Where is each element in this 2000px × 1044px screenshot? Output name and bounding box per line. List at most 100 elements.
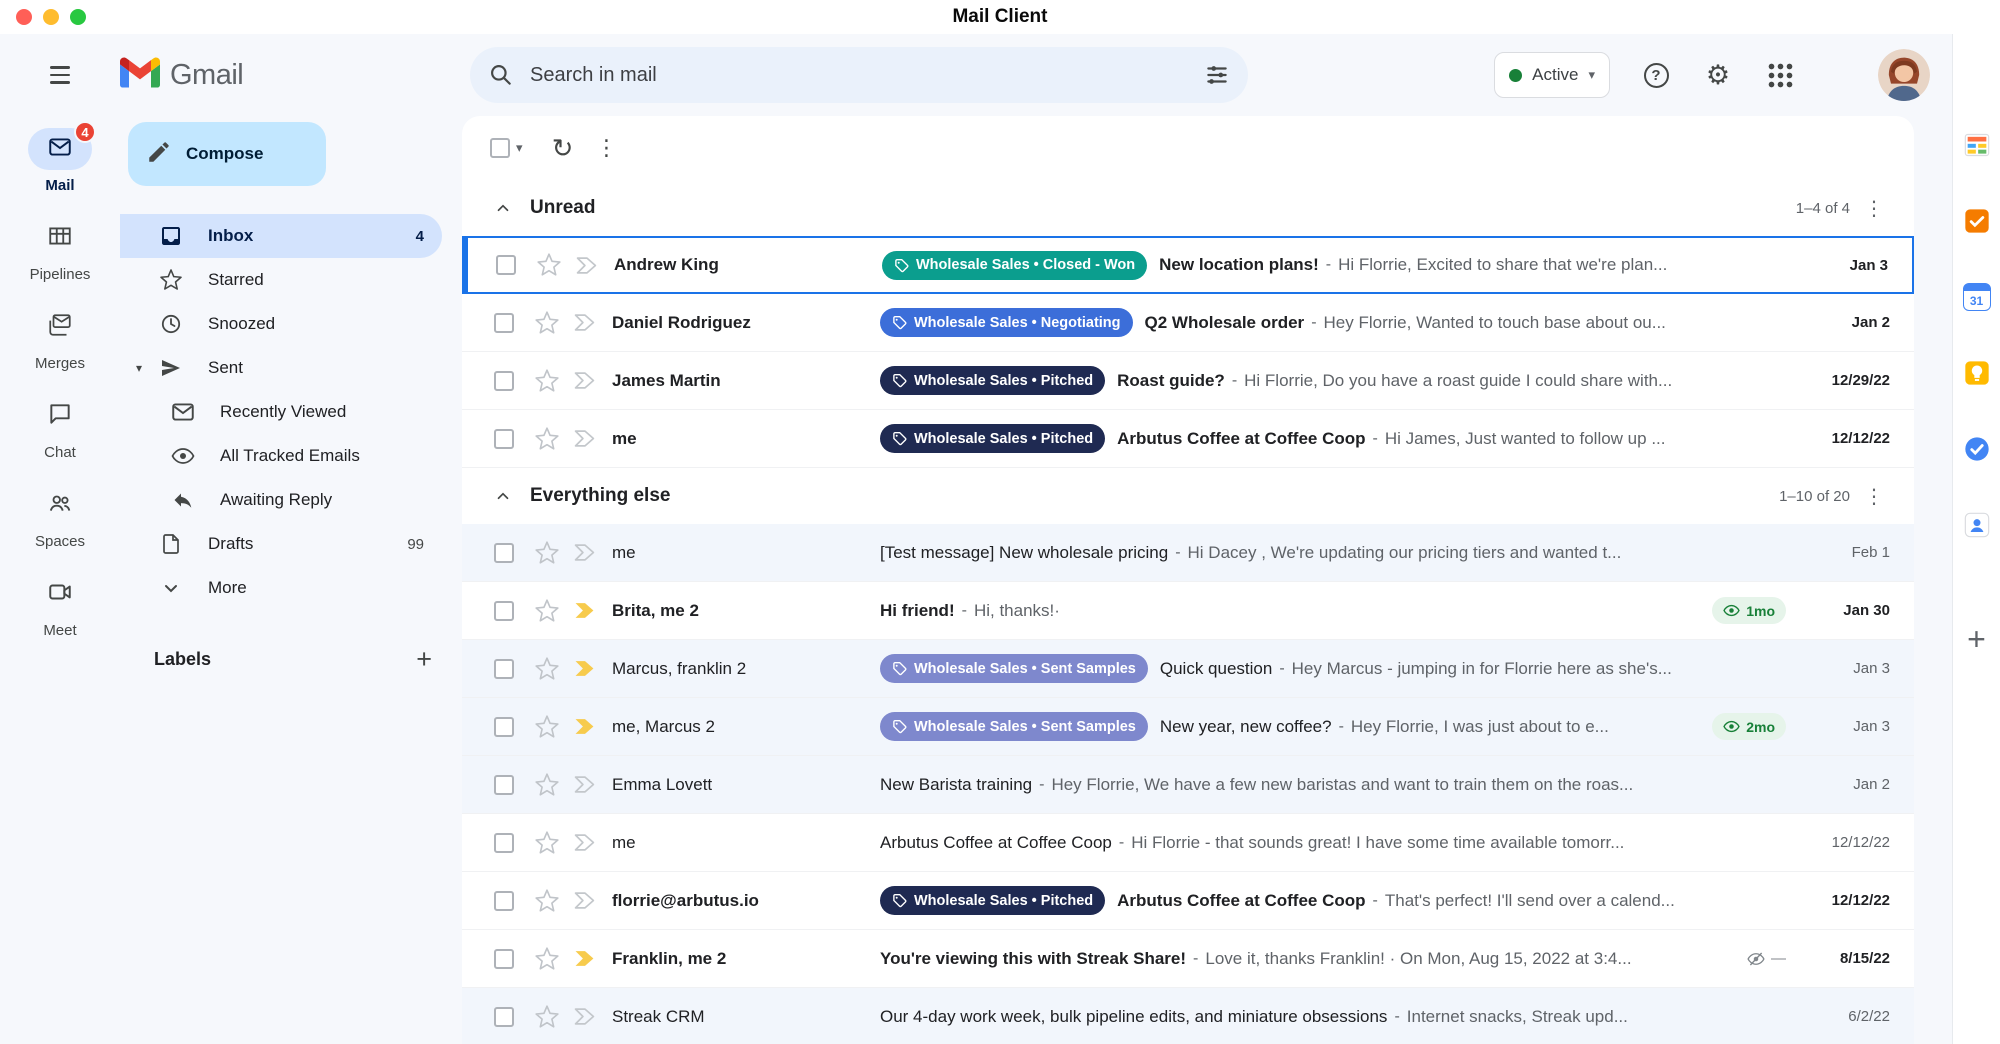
pipeline-stage-badge: Wholesale Sales • Pitched xyxy=(880,366,1105,395)
email-row[interactable]: florrie@arbutus.ioWholesale Sales • Pitc… xyxy=(462,872,1914,930)
importance-marker-icon[interactable] xyxy=(572,542,598,563)
sidebar-item-inbox[interactable]: Inbox4 xyxy=(120,214,442,258)
rail-item-mail[interactable]: 4Mail xyxy=(28,128,92,194)
email-row[interactable]: Franklin, me 2You're viewing this with S… xyxy=(462,930,1914,988)
search-icon[interactable] xyxy=(478,52,524,98)
row-checkbox[interactable] xyxy=(494,659,514,679)
select-all-checkbox[interactable] xyxy=(490,138,510,158)
collapse-section-icon[interactable] xyxy=(494,487,514,505)
row-checkbox[interactable] xyxy=(494,775,514,795)
window-minimize-button[interactable] xyxy=(43,9,59,25)
star-icon[interactable] xyxy=(534,426,560,452)
row-checkbox[interactable] xyxy=(494,833,514,853)
rail-item-pipelines[interactable]: Pipelines xyxy=(28,217,92,283)
tasks-icon[interactable] xyxy=(1962,434,1992,464)
importance-marker-icon[interactable] xyxy=(572,600,598,621)
refresh-button[interactable]: ↻ xyxy=(541,126,585,170)
calendar-icon[interactable]: 31 xyxy=(1962,282,1992,312)
window-close-button[interactable] xyxy=(16,9,32,25)
email-row[interactable]: me, Marcus 2Wholesale Sales • Sent Sampl… xyxy=(462,698,1914,756)
add-label-icon[interactable]: + xyxy=(416,646,432,673)
email-row[interactable]: me[Test message] New wholesale pricing-H… xyxy=(462,524,1914,582)
star-icon[interactable] xyxy=(534,1004,560,1030)
collapse-section-icon[interactable] xyxy=(494,199,514,217)
star-icon[interactable] xyxy=(534,830,560,856)
sidebar-item-more[interactable]: More xyxy=(120,566,442,610)
star-icon[interactable] xyxy=(534,368,560,394)
star-icon[interactable] xyxy=(536,252,562,278)
main-menu-icon[interactable] xyxy=(47,63,73,87)
importance-marker-icon[interactable] xyxy=(572,948,598,969)
sidebar-item-drafts[interactable]: Drafts99 xyxy=(120,522,442,566)
star-icon[interactable] xyxy=(534,656,560,682)
row-checkbox[interactable] xyxy=(494,717,514,737)
importance-marker-icon[interactable] xyxy=(572,428,598,449)
email-row[interactable]: Streak CRMOur 4-day work week, bulk pipe… xyxy=(462,988,1914,1044)
importance-marker-icon[interactable] xyxy=(572,370,598,391)
email-row[interactable]: James MartinWholesale Sales • PitchedRoa… xyxy=(462,352,1914,410)
sidebar-item-all-tracked-emails[interactable]: All Tracked Emails xyxy=(120,434,442,478)
apps-button[interactable] xyxy=(1756,51,1804,99)
select-dropdown-icon[interactable]: ▾ xyxy=(516,140,523,156)
settings-button[interactable]: ⚙ xyxy=(1694,51,1742,99)
email-row[interactable]: meWholesale Sales • PitchedArbutus Coffe… xyxy=(462,410,1914,468)
importance-marker-icon[interactable] xyxy=(572,890,598,911)
more-options-button[interactable]: ⋮ xyxy=(585,126,629,170)
sidebar-item-recently-viewed[interactable]: Recently Viewed xyxy=(120,390,442,434)
rail-item-chat[interactable]: Chat xyxy=(28,395,92,461)
importance-marker-icon[interactable] xyxy=(572,312,598,333)
star-icon[interactable] xyxy=(534,310,560,336)
search-filters-icon[interactable] xyxy=(1194,52,1240,98)
expander-caret-icon[interactable]: ▾ xyxy=(136,361,142,375)
email-row[interactable]: meArbutus Coffee at Coffee Coop-Hi Florr… xyxy=(462,814,1914,872)
search-input[interactable] xyxy=(524,64,1194,87)
importance-marker-icon[interactable] xyxy=(572,774,598,795)
email-row[interactable]: Andrew KingWholesale Sales • Closed - Wo… xyxy=(462,236,1914,294)
row-checkbox[interactable] xyxy=(494,601,514,621)
section-more-icon[interactable]: ⋮ xyxy=(1854,484,1894,509)
rail-item-meet[interactable]: Meet xyxy=(28,573,92,639)
email-row[interactable]: Emma LovettNew Barista training-Hey Flor… xyxy=(462,756,1914,814)
star-icon[interactable] xyxy=(534,946,560,972)
row-checkbox[interactable] xyxy=(494,949,514,969)
rail-item-spaces[interactable]: Spaces xyxy=(28,484,92,550)
row-checkbox[interactable] xyxy=(494,371,514,391)
email-row[interactable]: Brita, me 2Hi friend!-Hi, thanks!·1moJan… xyxy=(462,582,1914,640)
row-checkbox[interactable] xyxy=(496,255,516,275)
star-icon[interactable] xyxy=(534,540,560,566)
streak-sidebar-icon[interactable] xyxy=(1962,130,1992,160)
row-checkbox[interactable] xyxy=(494,891,514,911)
rail-item-merges[interactable]: Merges xyxy=(28,306,92,372)
row-checkbox[interactable] xyxy=(494,313,514,333)
star-icon[interactable] xyxy=(534,714,560,740)
star-icon[interactable] xyxy=(534,598,560,624)
row-checkbox[interactable] xyxy=(494,1007,514,1027)
sidebar-item-sent[interactable]: ▾Sent xyxy=(120,346,442,390)
star-icon[interactable] xyxy=(534,888,560,914)
streak-tasks-icon[interactable] xyxy=(1962,206,1992,236)
keep-icon[interactable] xyxy=(1962,358,1992,388)
importance-marker-icon[interactable] xyxy=(572,832,598,853)
email-row[interactable]: Marcus, franklin 2Wholesale Sales • Sent… xyxy=(462,640,1914,698)
compose-button[interactable]: Compose xyxy=(128,122,326,186)
row-checkbox[interactable] xyxy=(494,429,514,449)
sidebar-item-starred[interactable]: Starred xyxy=(120,258,442,302)
section-more-icon[interactable]: ⋮ xyxy=(1854,196,1894,221)
status-selector[interactable]: Active ▾ xyxy=(1494,52,1610,98)
get-addons-icon[interactable]: + xyxy=(1962,624,1992,654)
sidebar-item-awaiting-reply[interactable]: Awaiting Reply xyxy=(120,478,442,522)
importance-marker-icon[interactable] xyxy=(572,1006,598,1027)
star-icon[interactable] xyxy=(534,772,560,798)
list-toolbar: ▾ ↻ ⋮ xyxy=(462,116,1914,180)
importance-marker-icon[interactable] xyxy=(572,658,598,679)
subject-snippet-separator: - xyxy=(1119,834,1124,852)
importance-marker-icon[interactable] xyxy=(574,255,600,276)
row-checkbox[interactable] xyxy=(494,543,514,563)
importance-marker-icon[interactable] xyxy=(572,716,598,737)
help-button[interactable]: ? xyxy=(1632,51,1680,99)
account-avatar[interactable] xyxy=(1878,49,1930,101)
email-row[interactable]: Daniel RodriguezWholesale Sales • Negoti… xyxy=(462,294,1914,352)
sidebar-item-snoozed[interactable]: Snoozed xyxy=(120,302,442,346)
contacts-icon[interactable] xyxy=(1962,510,1992,540)
window-zoom-button[interactable] xyxy=(70,9,86,25)
